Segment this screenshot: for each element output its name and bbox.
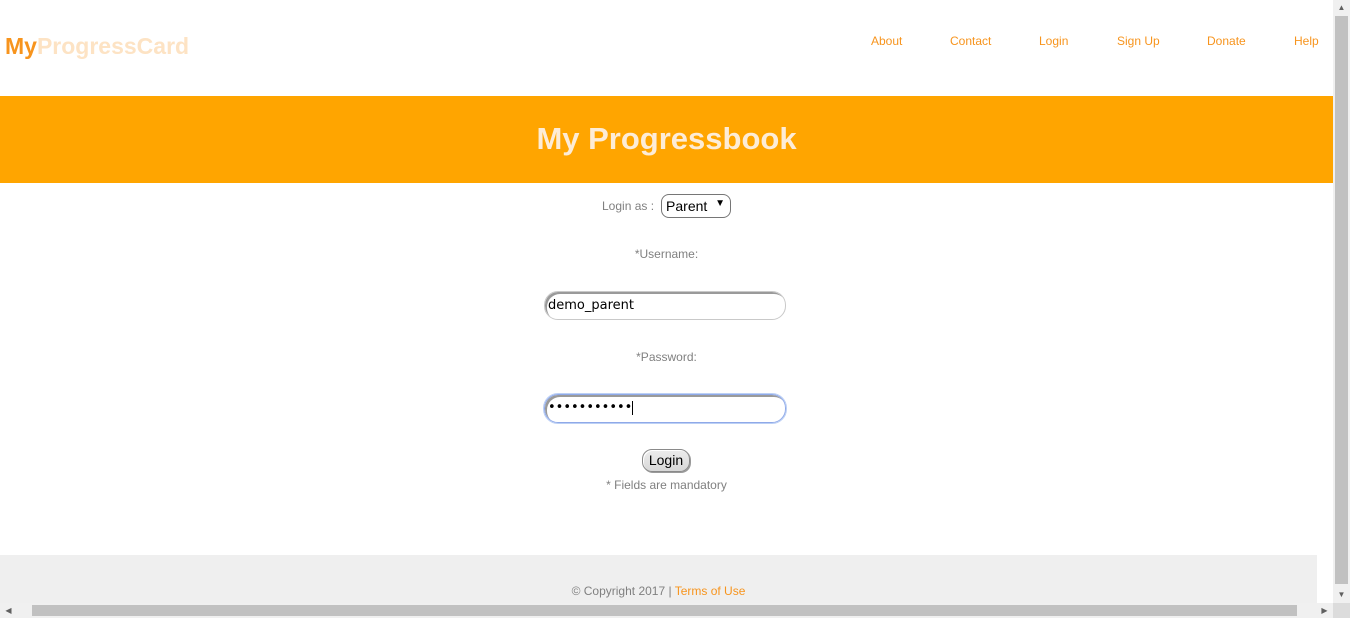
vertical-scrollbar[interactable]: ▲ ▼ [1333,0,1350,603]
scrollbar-corner [1333,603,1350,618]
nav-donate[interactable]: Donate [1207,34,1246,48]
password-value: ••••••••••• [548,400,634,415]
scroll-down-icon[interactable]: ▼ [1333,587,1350,603]
page-title: My Progressbook [536,121,797,156]
login-as-label: Login as : [602,199,655,213]
page-banner: My Progressbook [0,96,1333,183]
scroll-left-icon[interactable]: ◀ [0,603,17,618]
horizontal-scrollbar[interactable]: ◀ ▶ [0,603,1333,618]
terms-of-use-link[interactable]: Terms of Use [675,584,746,598]
login-as-select[interactable]: Parent ▼ [661,194,732,218]
login-as-value: Parent [666,198,708,214]
horizontal-scroll-thumb[interactable] [32,605,1297,616]
login-button[interactable]: Login [642,449,690,472]
nav-contact[interactable]: Contact [950,34,991,48]
vertical-scroll-thumb[interactable] [1335,16,1348,584]
copyright-text: © Copyright 2017 | [571,584,675,598]
nav-about[interactable]: About [871,34,902,48]
page: MyProgressCard About Contact Login Sign … [0,0,1333,603]
mandatory-note: * Fields are mandatory [606,478,727,492]
text-caret [632,400,634,415]
page-footer: © Copyright 2017 | Terms of Use [0,555,1317,603]
chevron-down-icon: ▼ [715,198,726,209]
nav-login[interactable]: Login [1039,34,1068,48]
nav-signup[interactable]: Sign Up [1117,34,1160,48]
login-as-row: Login as : Parent ▼ [602,194,732,218]
username-value: demo_parent [548,298,634,313]
username-label: *Username: [634,247,699,261]
password-field[interactable]: ••••••••••• [543,393,787,424]
username-field[interactable]: demo_parent [544,291,786,320]
scroll-right-icon[interactable]: ▶ [1316,603,1333,618]
nav-help[interactable]: Help [1294,34,1319,48]
scroll-up-icon[interactable]: ▲ [1333,0,1350,16]
top-nav: About Contact Login Sign Up Donate Help [0,34,1333,50]
footer-copyright: © Copyright 2017 | Terms of Use [0,584,1317,598]
password-mask: ••••••••••• [548,400,633,415]
password-label: *Password: [636,350,697,364]
